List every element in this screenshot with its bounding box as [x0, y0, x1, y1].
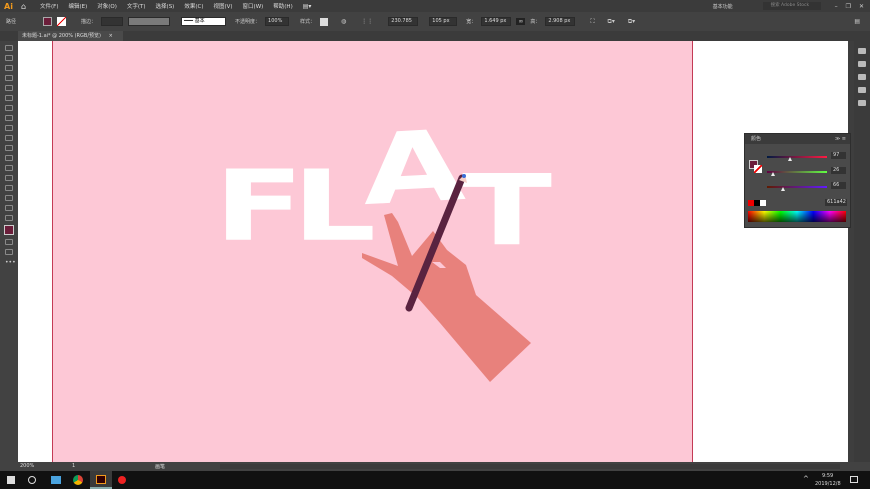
stroke-none-swatch[interactable] [754, 165, 762, 173]
blue-slider-thumb[interactable] [780, 187, 785, 191]
color-guide-icon[interactable] [858, 100, 866, 106]
status-bar: 200% 1 画笔 [0, 462, 870, 471]
current-tool: 画笔 [155, 464, 166, 470]
red-slider-thumb[interactable] [787, 157, 792, 161]
color-panel-title: 颜色 [751, 136, 762, 142]
green-slider-thumb[interactable] [771, 172, 775, 176]
file-explorer-icon[interactable] [51, 476, 61, 484]
none-black-white-swatches[interactable] [748, 200, 766, 206]
swatches-icon[interactable] [858, 87, 866, 93]
recorder-icon[interactable] [118, 476, 126, 484]
letter-f: F [214, 150, 304, 264]
pencil-cursor [462, 174, 466, 178]
properties-icon[interactable] [858, 48, 866, 54]
horizontal-scrollbar[interactable] [220, 464, 840, 469]
right-panel-dock [854, 41, 870, 462]
blue-slider[interactable] [767, 186, 827, 191]
layers-icon[interactable] [858, 61, 866, 67]
windows-start-icon[interactable] [7, 476, 15, 484]
libraries-icon[interactable] [858, 74, 866, 80]
green-value[interactable]: 26 [831, 167, 846, 174]
green-slider[interactable] [767, 171, 827, 176]
blue-value[interactable]: 66 [831, 182, 846, 189]
zoom-level[interactable]: 200% [20, 463, 34, 469]
color-spectrum[interactable] [748, 211, 846, 222]
clock-date[interactable]: 2019/12/8 [815, 481, 841, 487]
red-slider[interactable] [767, 156, 827, 161]
tray-chevron-icon[interactable]: ^ [803, 475, 809, 483]
artwork: F L A T [214, 109, 552, 382]
artboard-number[interactable]: 1 [72, 463, 75, 469]
red-value[interactable]: 97 [831, 152, 846, 159]
clock-time[interactable]: 9:59 [822, 473, 833, 479]
color-panel: 颜色 ≫ ≡ 97 26 66 611a42 [744, 133, 851, 228]
illustrator-taskbar-icon[interactable] [90, 471, 112, 489]
chrome-icon[interactable] [73, 475, 83, 485]
letter-t: T [462, 154, 552, 268]
taskbar: ^ 9:59 2019/12/8 [0, 471, 870, 489]
hex-value[interactable]: 611a42 [825, 199, 847, 206]
notification-icon[interactable] [850, 476, 858, 483]
cortana-icon[interactable] [28, 476, 36, 484]
panel-menu-icon[interactable]: ≫ ≡ [835, 134, 846, 144]
